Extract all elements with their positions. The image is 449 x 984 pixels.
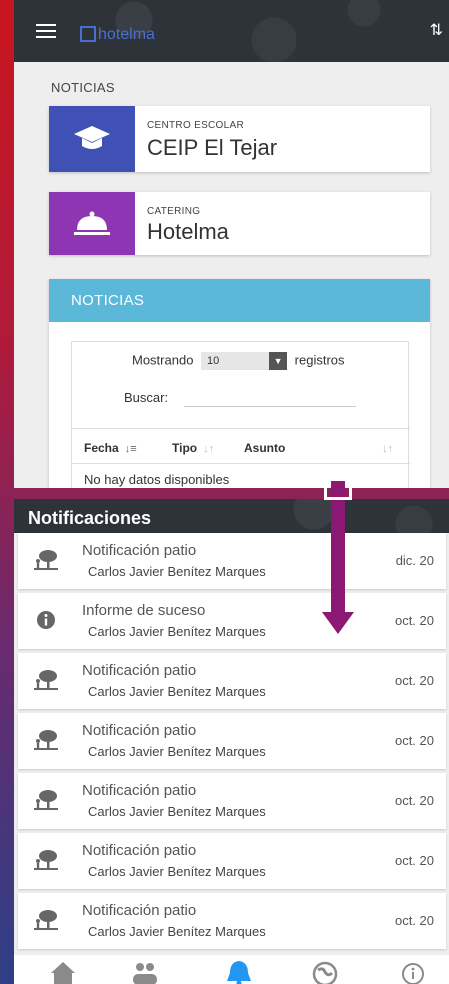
info-icon <box>34 609 58 631</box>
search-input[interactable] <box>184 406 356 407</box>
item-title: Informe de suceso <box>82 602 206 619</box>
arrow-down-icon <box>322 612 354 634</box>
list-item[interactable]: Notificación patio Carlos Javier Benítez … <box>18 893 446 949</box>
playground-icon <box>34 669 58 691</box>
item-title: Notificación patio <box>82 902 197 919</box>
playground-icon <box>34 789 58 811</box>
showing-suffix: registros <box>294 352 345 368</box>
search-label: Buscar: <box>124 390 169 405</box>
card-caption: CATERING <box>147 206 201 217</box>
top-screenshot: hotelma ⇅ NOTICIAS CENTRO ESCOLAR CEIP E… <box>14 0 449 488</box>
item-date: oct. 20 <box>394 673 434 688</box>
list-item[interactable]: Notificación patio Carlos Javier Benítez … <box>18 833 446 889</box>
globe-icon[interactable] <box>310 959 340 984</box>
sort-icon: ↓↑ <box>203 443 215 455</box>
app-header: hotelma ⇅ <box>14 0 449 62</box>
showing-prefix: Mostrando <box>132 352 194 368</box>
people-icon[interactable] <box>130 959 160 984</box>
empty-message: No hay datos disponibles <box>84 472 230 487</box>
item-subtitle: Carlos Javier Benítez Marques <box>88 624 266 639</box>
news-table: Mostrando 10 ▼ registros Buscar: Fecha ↓≡… <box>71 341 410 488</box>
sort-asc-icon: ↓≡ <box>124 443 137 455</box>
item-title: Notificación patio <box>82 842 197 859</box>
item-subtitle: Carlos Javier Benítez Marques <box>88 924 266 939</box>
list-item[interactable]: Notificación patio Carlos Javier Benítez … <box>18 653 446 709</box>
item-date: oct. 20 <box>394 853 434 868</box>
cloche-icon <box>49 192 135 255</box>
sort-icon[interactable]: ⇅ <box>430 20 443 40</box>
item-title: Notificación patio <box>82 662 197 679</box>
item-subtitle: Carlos Javier Benítez Marques <box>88 684 266 699</box>
column-asunto[interactable]: Asunto <box>244 441 285 455</box>
card-caption: CENTRO ESCOLAR <box>147 120 244 131</box>
item-subtitle: Carlos Javier Benítez Marques <box>88 864 266 879</box>
table-header: Fecha ↓≡ Tipo ↓↑ Asunto ↓↑ <box>72 428 410 464</box>
item-title: Notificación patio <box>82 782 197 799</box>
item-title: Notificación patio <box>82 722 197 739</box>
item-subtitle: Carlos Javier Benítez Marques <box>88 744 266 759</box>
news-panel: NOTICIAS Mostrando 10 ▼ registros Buscar… <box>49 279 430 488</box>
list-item[interactable]: Informe de suceso Carlos Javier Benítez M… <box>18 593 446 649</box>
bottom-nav <box>14 955 449 984</box>
home-icon[interactable] <box>48 959 78 984</box>
graduation-cap-icon <box>49 106 135 172</box>
column-tipo[interactable]: Tipo ↓↑ <box>172 441 214 455</box>
card-catering[interactable]: CATERING Hotelma <box>49 192 430 255</box>
page-size-select[interactable]: 10 ▼ <box>201 352 288 370</box>
item-title: Notificación patio <box>82 542 197 559</box>
card-centro-escolar[interactable]: CENTRO ESCOLAR CEIP El Tejar <box>49 106 430 172</box>
page-size-row: Mostrando 10 ▼ registros <box>132 352 345 370</box>
item-subtitle: Carlos Javier Benítez Marques <box>88 564 266 579</box>
item-subtitle: Carlos Javier Benítez Marques <box>88 804 266 819</box>
item-date: oct. 20 <box>394 913 434 928</box>
item-date: oct. 20 <box>394 613 434 628</box>
section-label: NOTICIAS <box>51 80 115 95</box>
playground-icon <box>34 549 58 571</box>
sort-icon: ↓↑ <box>382 443 393 455</box>
notifications-header: Notificaciones <box>14 499 449 533</box>
item-date: dic. 20 <box>395 553 434 568</box>
brand-logo: hotelma <box>80 26 155 44</box>
playground-icon <box>34 849 58 871</box>
arrow-marker-box <box>324 478 352 500</box>
list-item[interactable]: Notificación patio Carlos Javier Benítez … <box>18 533 446 589</box>
card-title: CEIP El Tejar <box>147 135 278 160</box>
item-date: oct. 20 <box>394 793 434 808</box>
info-icon[interactable] <box>398 959 428 984</box>
playground-icon <box>34 909 58 931</box>
bell-icon[interactable] <box>224 959 254 984</box>
list-item[interactable]: Notificación patio Carlos Javier Benítez … <box>18 773 446 829</box>
list-item[interactable]: Notificación patio Carlos Javier Benítez … <box>18 713 446 769</box>
brand-name: hotelma <box>98 26 155 43</box>
menu-icon[interactable] <box>36 24 56 38</box>
chevron-down-icon: ▼ <box>269 352 288 370</box>
arrow-shaft <box>331 480 345 616</box>
bottom-screenshot: Notificaciones Notificación patio Carlos … <box>14 499 449 984</box>
playground-icon <box>34 729 58 751</box>
card-title: Hotelma <box>147 219 229 244</box>
column-fecha[interactable]: Fecha ↓≡ <box>84 441 137 455</box>
news-header: NOTICIAS <box>49 279 430 322</box>
page-size-value: 10 <box>207 355 220 367</box>
item-date: oct. 20 <box>394 733 434 748</box>
